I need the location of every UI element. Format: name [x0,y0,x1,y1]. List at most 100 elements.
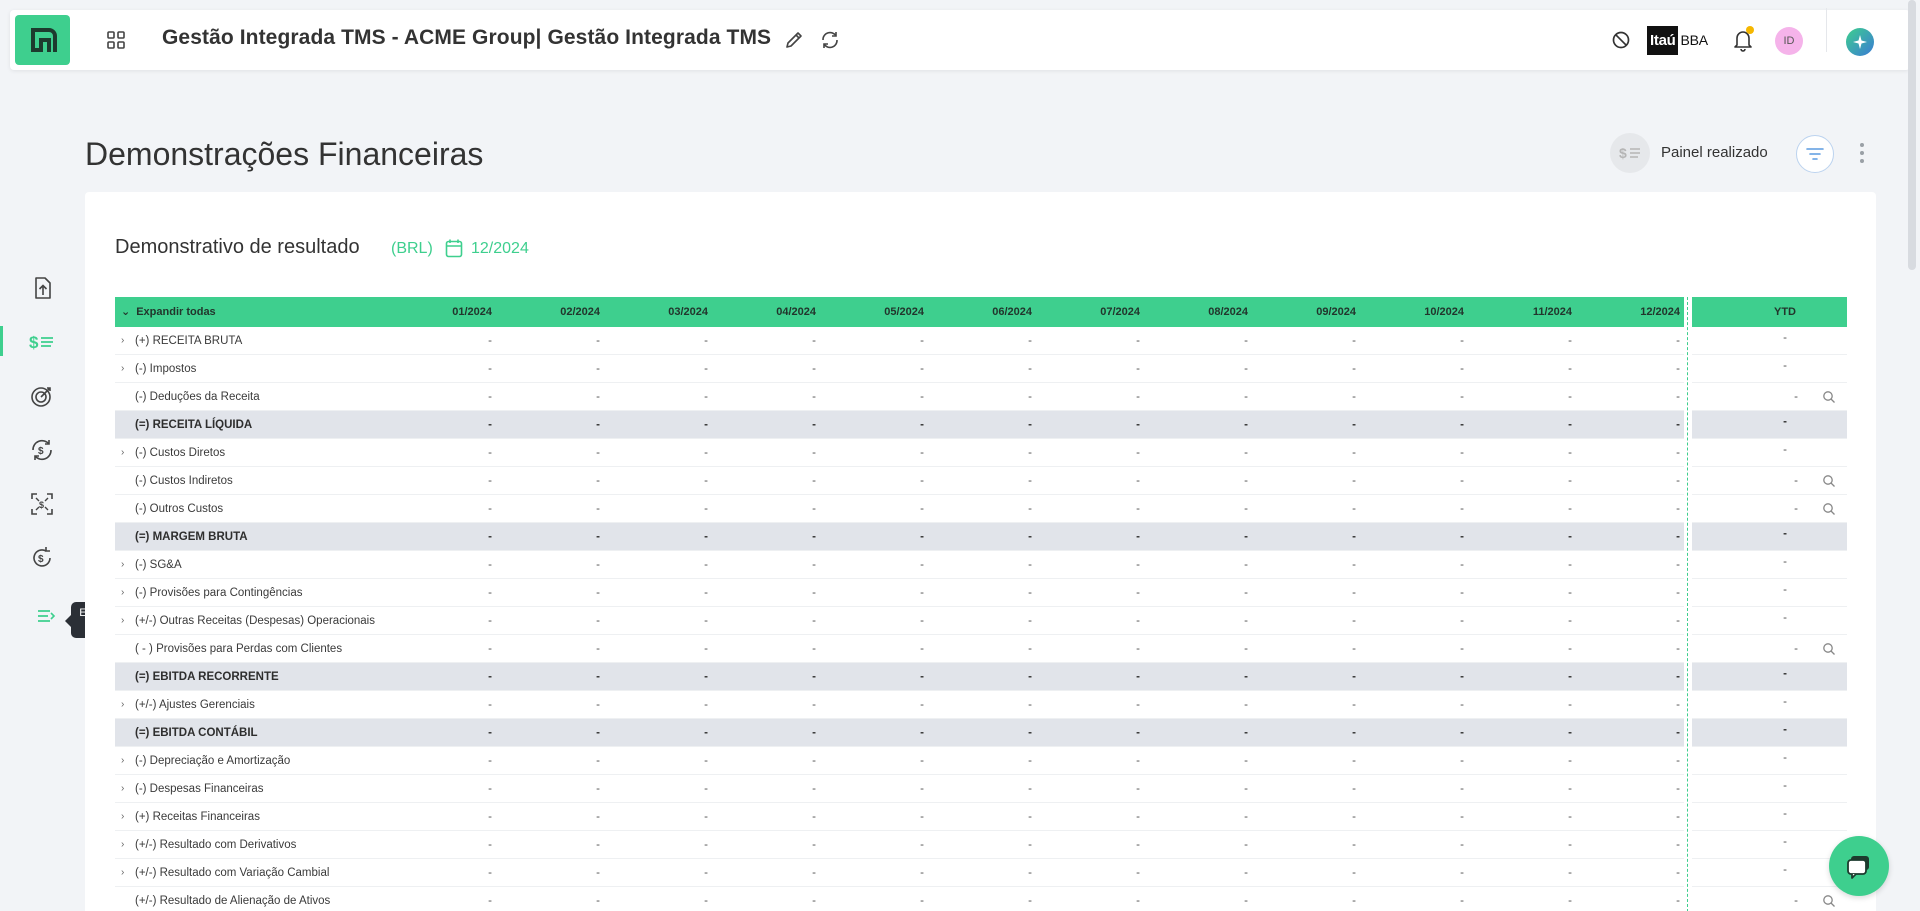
ytd-separator [1684,439,1692,467]
page-scrollbar[interactable] [1908,0,1916,270]
ytd-value: - [1783,332,1787,344]
chevron-right-icon[interactable]: › [121,551,135,579]
row-label: (-) Deduções da Receita [121,383,260,411]
table-row[interactable]: › (+/-) Ajustes Gerenciais - - - - - - - - - - - - - [115,691,1847,719]
sidebar-item-cashflow[interactable]: $ [28,436,56,464]
sidebar-item-upload[interactable] [28,274,56,302]
sidebar-expand-button[interactable] [36,606,56,626]
cell-value: - [1352,447,1356,459]
filter-button[interactable] [1796,135,1834,173]
period-date[interactable]: 12/2024 [471,240,529,258]
refresh-icon[interactable] [819,29,841,51]
search-icon[interactable] [1822,474,1836,488]
chevron-right-icon[interactable]: › [121,327,135,355]
cell-value: - [1676,839,1680,851]
cell-value: - [1028,811,1032,823]
more-options-button[interactable] [1852,141,1872,165]
block-icon[interactable] [1610,29,1632,51]
cell-value: - [1028,699,1032,711]
cell-value: - [812,587,816,599]
avatar[interactable]: ID [1775,27,1803,55]
chevron-right-icon[interactable]: › [121,355,135,383]
cell-value: - [1352,727,1356,739]
ytd-value: - [1783,836,1787,848]
sidebar-item-refresh-dollar[interactable]: $ [28,544,56,572]
panel-toggle-button[interactable]: $ [1610,133,1650,173]
cell-value: - [1568,671,1572,683]
chevron-right-icon[interactable]: › [121,831,135,859]
cell-value: - [812,839,816,851]
chevron-right-icon[interactable]: › [121,859,135,887]
dollar-list-icon: $ [1619,145,1640,161]
cell-value: - [1244,447,1248,459]
chat-button[interactable] [1829,836,1889,896]
column-header: 09/2024 [1316,306,1356,318]
ytd-separator [1684,495,1692,523]
table-row[interactable]: › (-) SG&A - - - - - - - - - - - - - [115,551,1847,579]
cell-value: - [1676,419,1680,431]
row-label: › (+/-) Ajustes Gerenciais [121,691,255,719]
cell-value: - [1460,587,1464,599]
table-row[interactable]: › (+/-) Resultado com Variação Cambial - - -… [115,859,1847,887]
cell-value: - [1676,335,1680,347]
cell-value: - [1028,671,1032,683]
cell-value: - [704,391,708,403]
ytd-divider-line [1687,297,1688,911]
cell-value: - [596,867,600,879]
currency-label: (BRL) [391,240,433,257]
cell-value: - [812,895,816,907]
ai-assistant-button[interactable] [1846,28,1874,56]
column-header: 05/2024 [884,306,924,318]
chevron-right-icon[interactable]: › [121,607,135,635]
chevron-right-icon[interactable]: › [121,775,135,803]
sidebar-item-financial-statements[interactable]: $ [28,328,56,356]
table-row[interactable]: › (+/-) Outras Receitas (Despesas) Operac… [115,607,1847,635]
table-row: (+/-) Resultado de Alienação de Ativos - -… [115,887,1847,911]
chevron-right-icon[interactable]: › [121,691,135,719]
cell-value: - [488,531,492,543]
table-row[interactable]: › (-) Custos Diretos - - - - - - - - - - - - - [115,439,1847,467]
chevron-right-icon[interactable]: › [121,439,135,467]
cell-value: - [1352,475,1356,487]
table-row[interactable]: › (+) RECEITA BRUTA - - - - - - - - - - - - - [115,327,1847,355]
table-row[interactable]: › (+/-) Resultado com Derivativos - - - - - - - -… [115,831,1847,859]
search-icon[interactable] [1822,390,1836,404]
row-label-text: (=) MARGEM BRUTA [135,531,248,543]
cell-value: - [488,503,492,515]
cell-value: - [1028,503,1032,515]
search-icon[interactable] [1822,642,1836,656]
search-icon[interactable] [1822,894,1836,908]
cell-value: - [1028,419,1032,431]
app-logo[interactable] [15,15,70,65]
table-row[interactable]: › (-) Impostos - - - - - - - - - - - - - [115,355,1847,383]
chevron-right-icon[interactable]: › [121,803,135,831]
cell-value: - [1244,727,1248,739]
sidebar-item-targets[interactable] [28,382,56,410]
row-label: › (-) Custos Diretos [121,439,225,467]
cell-value: - [812,671,816,683]
chevron-right-icon[interactable]: › [121,579,135,607]
search-icon[interactable] [1822,502,1836,516]
edit-icon[interactable] [783,29,805,51]
cell-value: - [1352,391,1356,403]
apps-grid-icon[interactable] [106,30,126,50]
sidebar-item-scan[interactable]: $ [28,490,56,518]
cell-value: - [1568,783,1572,795]
expand-all-button[interactable]: ⌄ Expandir todas [121,297,216,327]
cell-value: - [1568,587,1572,599]
cell-value: - [704,671,708,683]
table-row[interactable]: › (+) Receitas Financeiras - - - - - - - - - - - - - [115,803,1847,831]
cell-value: - [1244,895,1248,907]
cell-value: - [704,559,708,571]
table-row[interactable]: › (-) Provisões para Contingências - - - - - - -… [115,579,1847,607]
chevron-right-icon[interactable]: › [121,747,135,775]
cell-value: - [1244,783,1248,795]
card-title: Demonstrativo de resultado [115,236,360,258]
table-row[interactable]: › (-) Depreciação e Amortização - - - - - - - - - -… [115,747,1847,775]
cell-value: - [704,503,708,515]
cell-value: - [812,335,816,347]
table-row[interactable]: › (-) Despesas Financeiras - - - - - - - - - - - - - [115,775,1847,803]
cell-value: - [1028,475,1032,487]
calendar-icon[interactable] [445,238,463,258]
column-header: 07/2024 [1100,306,1140,318]
